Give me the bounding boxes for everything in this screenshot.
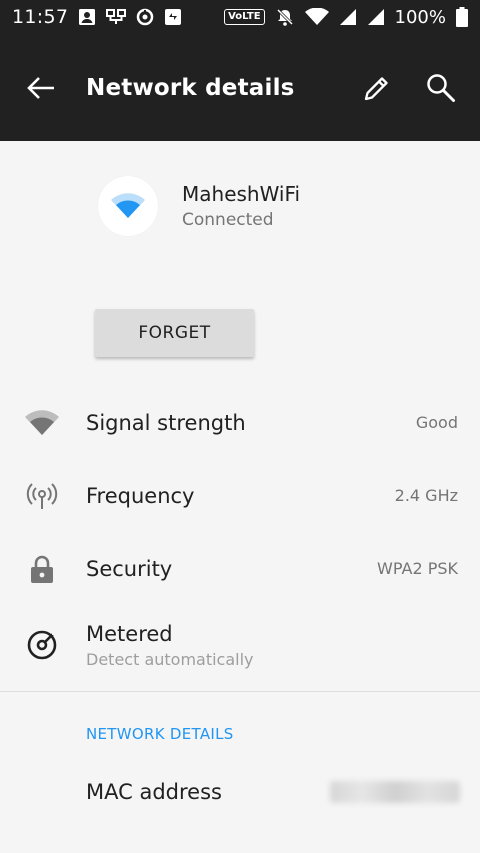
volte-badge: VoLTE (224, 9, 265, 25)
status-bar-left: 11:57 (12, 6, 182, 28)
mac-address-value-redacted (330, 781, 460, 803)
status-bar-right: VoLTE 100% (224, 7, 468, 28)
silent-bell-icon (275, 7, 295, 27)
section-title: NETWORK DETAILS (86, 725, 234, 743)
antenna-icon (24, 478, 60, 514)
app-notification-icon (164, 8, 182, 26)
contact-card-icon (78, 8, 96, 26)
battery-icon (456, 7, 468, 27)
back-arrow-icon[interactable] (24, 71, 58, 105)
detail-label: Signal strength (86, 410, 246, 435)
detail-row-signal-strength: Signal strength Good (0, 386, 480, 459)
status-bar: 11:57 VoLTE 100% (0, 0, 480, 34)
sync-app-icon (136, 8, 154, 26)
forget-button[interactable]: FORGET (95, 309, 254, 357)
app-bar: Network details (0, 34, 480, 141)
detail-label: Frequency (86, 483, 195, 508)
detail-value: 2.4 GHz (394, 486, 458, 505)
detail-label: MAC address (86, 780, 222, 804)
detail-subtext: Detect automatically (86, 649, 254, 669)
status-time: 11:57 (12, 6, 69, 28)
battery-percent: 100% (394, 6, 446, 28)
detail-row-security: Security WPA2 PSK (0, 532, 480, 605)
cell-signal-icon-2 (367, 8, 385, 26)
detail-label: Security (86, 556, 173, 581)
wifi-signal-icon (24, 405, 60, 441)
wifi-status-icon (304, 8, 329, 26)
detail-row-mac-address: MAC address (0, 762, 480, 822)
forget-section: FORGET (0, 271, 480, 386)
network-status: Connected (182, 210, 274, 230)
search-icon[interactable] (422, 69, 460, 107)
network-share-icon (106, 8, 127, 26)
detail-value: Good (415, 413, 458, 432)
network-header: MaheshWiFi Connected (0, 141, 480, 271)
network-info: MaheshWiFi Connected (182, 182, 300, 230)
metered-gauge-icon (24, 627, 60, 663)
cell-signal-icon-1 (339, 8, 357, 26)
detail-value: WPA2 PSK (377, 559, 458, 578)
lock-icon (24, 551, 60, 587)
detail-label: Metered (86, 621, 173, 646)
wifi-network-icon (98, 176, 158, 236)
metered-text: Metered Detect automatically (86, 622, 458, 669)
detail-row-metered[interactable]: Metered Detect automatically (0, 605, 480, 685)
network-name: MaheshWiFi (182, 182, 301, 206)
detail-row-frequency: Frequency 2.4 GHz (0, 459, 480, 532)
page-title: Network details (86, 74, 295, 101)
edit-pencil-icon[interactable] (358, 69, 396, 107)
